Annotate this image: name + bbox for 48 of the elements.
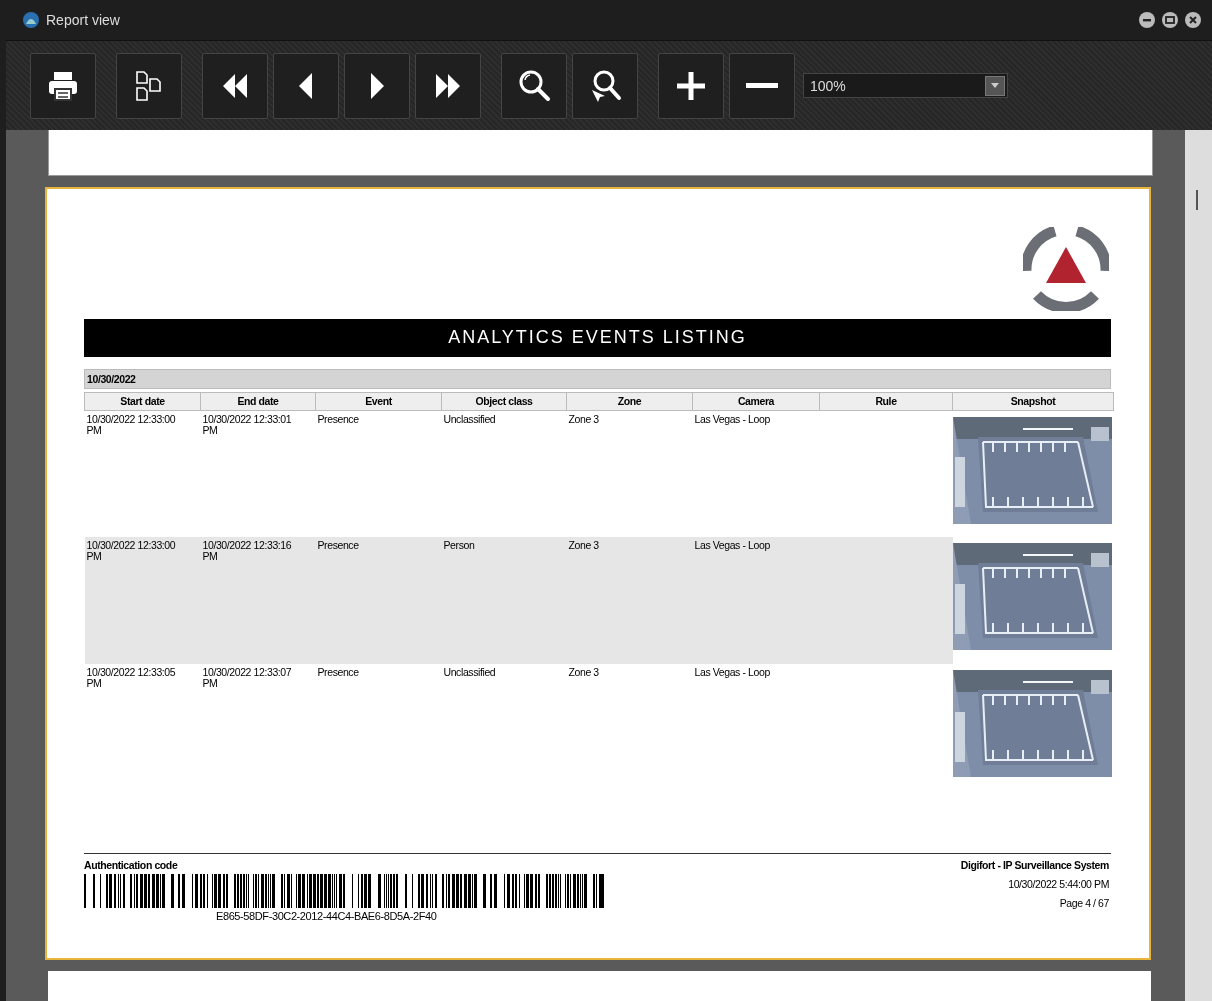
- column-header: Snapshot: [952, 392, 1114, 411]
- column-header: Zone: [566, 392, 693, 411]
- group-header: 10/30/2022: [84, 368, 1111, 389]
- previous-page-button[interactable]: [273, 52, 339, 119]
- table-cell: 10/30/2022 12:33:00 PM: [84, 537, 201, 665]
- table-cell: Unclassified: [441, 410, 567, 538]
- last-page-button[interactable]: [415, 52, 481, 119]
- minimize-icon[interactable]: [1138, 11, 1156, 29]
- auth-label: Authentication code: [84, 859, 179, 872]
- scrollbar[interactable]: [1185, 130, 1212, 1001]
- table-cell: Presence: [315, 410, 442, 538]
- column-header: Rule: [819, 392, 953, 411]
- table-cell: Presence: [315, 537, 442, 665]
- magnifier-pointer-button[interactable]: [572, 52, 638, 119]
- print-button[interactable]: [30, 52, 96, 119]
- table-cell: Las Vegas - Loop: [692, 410, 820, 538]
- window-title: Report view: [46, 12, 120, 28]
- magnifier-button[interactable]: [501, 52, 567, 119]
- zoom-in-button[interactable]: [658, 52, 724, 119]
- column-header: End date: [200, 392, 316, 411]
- pages-button[interactable]: [116, 52, 182, 119]
- print-date: 10/30/2022 5:44:00 PM: [1008, 878, 1109, 891]
- column-header: Camera: [692, 392, 820, 411]
- logo-icon: [1023, 226, 1109, 311]
- auth-code: E865-58DF-30C2-2012-44C4-BAE6-8D5A-2F40: [216, 910, 438, 923]
- table-cell: Zone 3: [566, 537, 693, 665]
- column-header: Start date: [84, 392, 201, 411]
- scroll-thumb[interactable]: [1196, 190, 1198, 210]
- table-cell: Person: [441, 537, 567, 665]
- table-cell: 10/30/2022 12:33:01 PM: [200, 410, 316, 538]
- zoom-out-button[interactable]: [729, 52, 795, 119]
- zoom-out-icon: [746, 83, 778, 88]
- report-title: ANALYTICS EVENTS LISTING: [448, 327, 747, 349]
- column-header: Object class: [441, 392, 567, 411]
- caret-icon: [991, 83, 999, 88]
- page-number: Page 4 / 67: [1059, 897, 1109, 910]
- system-name: Digifort - IP Surveillance System: [960, 859, 1109, 872]
- column-header: Event: [315, 392, 442, 411]
- close-icon[interactable]: [1184, 11, 1202, 29]
- table-cell: 10/30/2022 12:33:00 PM: [84, 410, 201, 538]
- maximize-icon[interactable]: [1161, 11, 1179, 29]
- next-page-button[interactable]: [344, 52, 410, 119]
- table-cell: Zone 3: [566, 410, 693, 538]
- app-icon: [22, 11, 40, 29]
- table-cell: Las Vegas - Loop: [692, 537, 820, 665]
- table-cell: 10/30/2022 12:33:16 PM: [200, 537, 316, 665]
- first-page-button[interactable]: [202, 52, 268, 119]
- zoom-dropdown[interactable]: 100%: [803, 73, 1008, 98]
